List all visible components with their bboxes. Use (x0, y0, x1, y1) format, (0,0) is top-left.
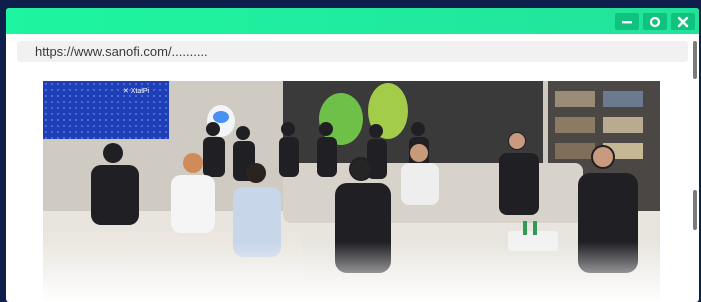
close-icon (677, 16, 689, 28)
close-button[interactable] (671, 13, 695, 30)
title-bar (6, 8, 699, 34)
browser-window: https://www.sanofi.com/.......... ✕ Xtal… (6, 8, 699, 302)
scrollbar-top-thumb[interactable] (693, 41, 697, 79)
minimize-button[interactable] (615, 13, 639, 30)
maximize-button[interactable] (643, 13, 667, 30)
screen-logo: ✕ XtalPi (123, 88, 150, 95)
minimize-icon (621, 16, 633, 28)
scrollbar-thumb[interactable] (693, 190, 697, 230)
address-bar[interactable]: https://www.sanofi.com/.......... (17, 41, 688, 62)
meeting-room-photo: ✕ XtalPi (43, 81, 660, 302)
maximize-icon (649, 16, 661, 28)
photo-fade (43, 242, 660, 302)
url-text: https://www.sanofi.com/.......... (35, 44, 208, 59)
